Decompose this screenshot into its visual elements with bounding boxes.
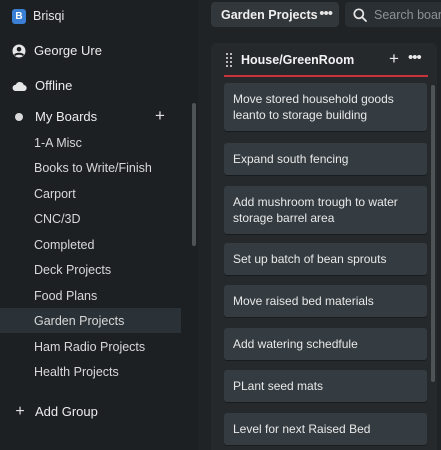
sidebar: B Brisqi George Ure Offline My Boards + … xyxy=(0,0,198,450)
card[interactable]: Move stored household goods leanto to st… xyxy=(224,83,427,131)
board-title-tab[interactable]: Garden Projects ••• xyxy=(211,2,339,27)
board-item-label: Books to Write/Finish xyxy=(34,160,152,175)
sidebar-scrollbar[interactable] xyxy=(192,103,196,246)
add-card-button[interactable]: + xyxy=(387,49,401,69)
user-name: George Ure xyxy=(34,43,102,58)
board-item-label: Ham Radio Projects xyxy=(34,339,146,354)
search-icon xyxy=(353,7,367,22)
board-item-label: Deck Projects xyxy=(34,262,112,277)
drag-handle-icon[interactable] xyxy=(226,53,234,67)
search-box[interactable] xyxy=(345,2,441,27)
sidebar-board-item[interactable]: Ham Radio Projects xyxy=(0,334,181,359)
sidebar-board-item[interactable]: Health Projects xyxy=(0,359,181,384)
board-title: Garden Projects xyxy=(221,7,318,22)
board-item-label: Garden Projects xyxy=(34,313,125,328)
sidebar-board-item[interactable]: Garden Projects xyxy=(0,308,181,333)
card[interactable]: Move raised bed materials xyxy=(224,285,427,317)
my-boards-label: My Boards xyxy=(35,109,98,124)
search-input[interactable] xyxy=(374,7,441,22)
card[interactable]: Level for next Raised Bed xyxy=(224,413,427,445)
plus-icon: + xyxy=(15,402,25,420)
sidebar-board-item[interactable]: Deck Projects xyxy=(0,257,181,282)
sidebar-board-item[interactable]: Completed xyxy=(0,232,181,257)
sidebar-board-item[interactable]: Carport xyxy=(0,181,181,206)
card[interactable]: Add watering schedfule xyxy=(224,328,427,360)
sidebar-board-item[interactable]: Food Plans xyxy=(0,283,181,308)
user-profile[interactable]: George Ure xyxy=(0,38,181,63)
cloud-icon xyxy=(12,81,27,91)
list-more-icon[interactable]: ••• xyxy=(408,49,422,66)
add-group-button[interactable]: + Add Group xyxy=(0,399,181,424)
board-more-icon[interactable]: ••• xyxy=(319,5,333,22)
offline-label: Offline xyxy=(35,78,73,93)
list-header: House/GreenRoom + ••• xyxy=(211,43,437,78)
sidebar-board-item[interactable]: Books to Write/Finish xyxy=(0,155,181,180)
card[interactable]: Set up batch of bean sprouts xyxy=(224,243,427,275)
offline-status[interactable]: Offline xyxy=(0,73,181,98)
brisqi-logo-icon: B xyxy=(12,8,26,24)
app-name: Brisqi xyxy=(33,9,65,23)
list-accent-underline xyxy=(224,75,428,77)
board-item-label: CNC/3D xyxy=(34,211,81,226)
sidebar-board-item[interactable]: CNC/3D xyxy=(0,206,181,231)
add-group-label: Add Group xyxy=(35,404,98,419)
app-header: B Brisqi xyxy=(12,7,64,25)
add-board-button[interactable]: + xyxy=(152,106,168,126)
list-column: House/GreenRoom + ••• Move stored househ… xyxy=(211,43,437,450)
sidebar-board-item[interactable]: 1-A Misc xyxy=(0,130,181,155)
list-scrollbar[interactable] xyxy=(431,85,435,382)
board-item-label: Completed xyxy=(34,237,95,252)
card[interactable]: PLant seed mats xyxy=(224,370,427,402)
board-item-label: Carport xyxy=(34,186,76,201)
list-title: House/GreenRoom xyxy=(241,53,355,67)
bullet-dot-icon xyxy=(15,112,23,121)
card[interactable]: Add mushroom trough to water storage bar… xyxy=(224,186,427,234)
user-icon xyxy=(12,44,26,57)
board-item-label: 1-A Misc xyxy=(34,135,82,150)
board-item-label: Food Plans xyxy=(34,288,98,303)
card[interactable]: Expand south fencing xyxy=(224,143,427,175)
board-item-label: Health Projects xyxy=(34,364,119,379)
